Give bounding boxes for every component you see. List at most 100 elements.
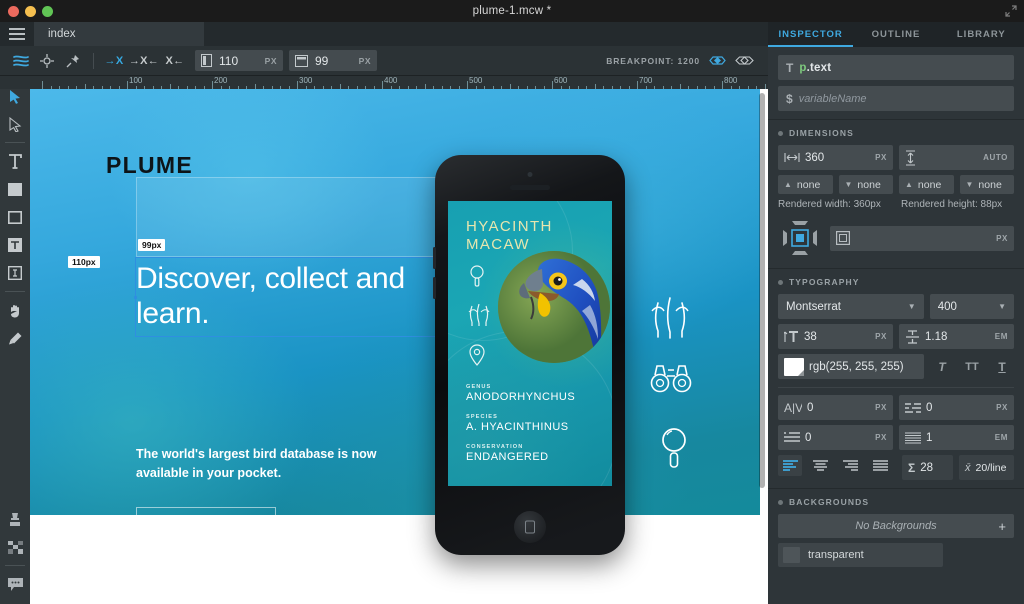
width-unit: PX — [265, 56, 277, 66]
width-input[interactable]: 360 PX — [778, 145, 893, 170]
selector-field[interactable]: T p.text — [778, 55, 1014, 80]
align-left-icon[interactable] — [778, 455, 802, 476]
chars-per-line: x̄ 20/line — [959, 455, 1014, 480]
align-right-icon[interactable] — [838, 455, 862, 476]
expand-icon[interactable] — [1005, 5, 1017, 17]
max-height-input[interactable]: ▼none — [960, 175, 1015, 194]
width-icon — [201, 54, 212, 67]
target-icon[interactable] — [34, 48, 60, 74]
design-canvas[interactable]: PLUME Discover, collect and learn. 99px … — [30, 89, 768, 604]
window-title: plume-1.mcw * — [0, 5, 1024, 17]
ruler-label: 100 — [129, 76, 142, 85]
paragraph-spacing-input[interactable]: 1 EM — [899, 425, 1014, 450]
font-family-select[interactable]: Montserrat ▼ — [778, 294, 924, 319]
app-window: plume-1.mcw * index → — [0, 0, 1024, 604]
tab-library[interactable]: LIBRARY — [939, 22, 1024, 47]
text-indent-unit: PX — [875, 433, 887, 442]
hero-headline[interactable]: Discover, collect and learn. — [136, 261, 448, 332]
download-button[interactable]: DOWNLOAD — [136, 507, 276, 543]
dollar-icon: $ — [786, 92, 793, 106]
tab-index[interactable]: index — [34, 22, 204, 46]
spacing-selector-icon[interactable] — [778, 216, 822, 260]
underline-icon[interactable]: T — [990, 356, 1014, 378]
layers-icon[interactable] — [8, 48, 34, 74]
phone-speaker — [510, 185, 550, 190]
hamburger-menu-icon[interactable] — [0, 22, 34, 46]
backgrounds-title: BACKGROUNDS — [789, 497, 869, 507]
section-toggle-icon[interactable] — [778, 280, 783, 285]
no-backgrounds-field[interactable]: No Backgrounds + — [778, 514, 1014, 538]
spacing-input[interactable]: PX — [830, 226, 1014, 251]
font-family-value: Montserrat — [786, 301, 841, 313]
canvas-scrollbar[interactable] — [759, 93, 765, 488]
height-input[interactable]: AUTO — [899, 145, 1014, 170]
breakpoint-all-icon[interactable] — [735, 53, 754, 68]
align-right-icon[interactable]: X← — [161, 48, 189, 74]
letter-spacing-input[interactable]: A|V 0 PX — [778, 395, 893, 420]
line-height-unit: EM — [995, 332, 1008, 341]
pattern-tool[interactable] — [0, 533, 30, 561]
background-swatch[interactable] — [783, 547, 800, 563]
align-justify-icon[interactable] — [868, 455, 892, 476]
inspector-panel: INSPECTOR OUTLINE LIBRARY T p.text $ var… — [768, 22, 1024, 604]
section-toggle-icon[interactable] — [778, 131, 783, 136]
ruler-corner — [0, 76, 30, 89]
text-block-tool[interactable] — [0, 231, 30, 259]
background-row[interactable]: transparent — [778, 543, 943, 567]
eyedropper-tool[interactable] — [0, 324, 30, 352]
comment-tool[interactable] — [0, 570, 30, 598]
meta-value: A. HYACINTHINUS — [466, 421, 569, 433]
italic-icon[interactable]: T — [930, 356, 954, 378]
text-tool[interactable] — [0, 147, 30, 175]
font-weight-select[interactable]: 400 ▼ — [930, 294, 1014, 319]
meta-key: CONSERVATION — [466, 444, 549, 450]
line-height-icon — [905, 330, 920, 344]
binoculars-icon — [649, 361, 693, 393]
word-spacing-input[interactable]: 0 PX — [899, 395, 1014, 420]
selector-section: T p.text $ variableName — [768, 47, 1024, 120]
divider — [5, 142, 25, 143]
dimensions-title: DIMENSIONS — [789, 128, 854, 138]
text-indent-value: 0 — [805, 432, 870, 444]
divider — [93, 53, 94, 69]
chevron-down-icon: ▼ — [998, 302, 1006, 311]
word-spacing-unit: PX — [996, 403, 1008, 412]
breakpoint-active-icon[interactable] — [709, 53, 726, 68]
location-pin-icon — [468, 344, 486, 366]
backgrounds-section: BACKGROUNDS No Backgrounds + transparent — [768, 489, 1024, 575]
phone-home-button[interactable] — [514, 511, 546, 543]
hand-tool[interactable] — [0, 296, 30, 324]
uppercase-icon[interactable]: TT — [960, 356, 984, 378]
min-width-input[interactable]: ▲none — [778, 175, 833, 194]
variable-field[interactable]: $ variableName — [778, 86, 1014, 111]
direct-select-tool[interactable] — [0, 110, 30, 138]
min-height-input[interactable]: ▲none — [899, 175, 954, 194]
word-spacing-value: 0 — [926, 402, 991, 414]
section-toggle-icon[interactable] — [778, 500, 783, 505]
letter-spacing-icon: A|V — [784, 401, 802, 414]
text-indent-input[interactable]: 0 PX — [778, 425, 893, 450]
line-height-input[interactable]: 1.18 EM — [899, 324, 1014, 349]
hero-subtext: The world's largest bird database is now… — [136, 445, 396, 484]
input-tool[interactable] — [0, 259, 30, 287]
block-tool[interactable] — [0, 175, 30, 203]
align-center-icon[interactable]: →X← — [127, 48, 161, 74]
width-field[interactable]: 110 PX — [195, 50, 283, 71]
breakpoint-label: BREAKPOINT: 1200 — [606, 56, 700, 66]
font-size-input[interactable]: 38 PX — [778, 324, 893, 349]
plus-icon[interactable]: + — [998, 519, 1006, 534]
chevron-down-icon: ▼ — [908, 302, 916, 311]
align-left-icon[interactable]: →X — [101, 48, 127, 74]
color-swatch[interactable] — [784, 358, 804, 376]
color-input[interactable]: rgb(255, 255, 255) — [778, 354, 924, 379]
align-center-icon[interactable] — [808, 455, 832, 476]
max-width-input[interactable]: ▼none — [839, 175, 894, 194]
stamp-tool[interactable] — [0, 505, 30, 533]
tab-outline[interactable]: OUTLINE — [853, 22, 938, 47]
horizontal-ruler[interactable]: 100200300400500600700800 — [30, 76, 768, 89]
svg-text:A|V: A|V — [784, 401, 802, 414]
pin-icon[interactable] — [60, 48, 86, 74]
rectangle-tool[interactable] — [0, 203, 30, 231]
tab-inspector[interactable]: INSPECTOR — [768, 22, 853, 47]
height-field[interactable]: 99 PX — [289, 50, 377, 71]
